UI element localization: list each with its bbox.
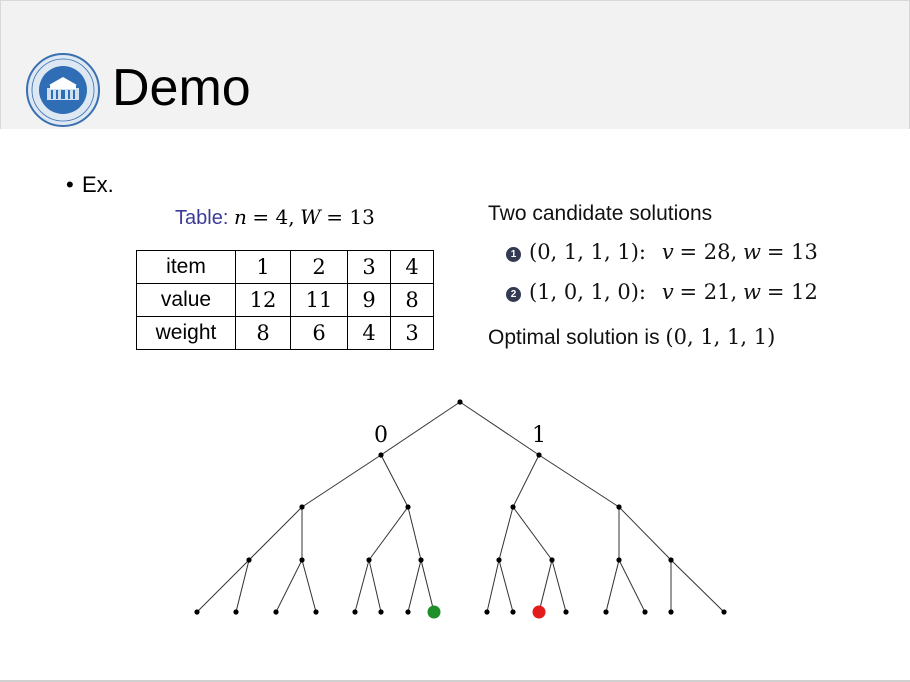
slide: Demo • Ex. Table: n = 4, W = 13 item 1 2 … <box>0 0 910 682</box>
tree-node <box>536 452 542 458</box>
tree-edge <box>380 454 409 508</box>
tree-edge <box>538 559 553 613</box>
tree-leaf <box>603 609 609 615</box>
optimal-leaf-node <box>427 605 441 619</box>
tree-edge <box>670 559 725 613</box>
candidate-leaf-node <box>532 605 546 619</box>
tree-edge <box>486 559 500 613</box>
tree-node <box>668 557 674 563</box>
tree-edge <box>605 559 620 613</box>
tree-node <box>457 399 463 405</box>
tree-edge <box>235 559 250 613</box>
tree-edge <box>196 559 250 613</box>
tree-edge <box>459 401 540 456</box>
tree-edge <box>248 506 303 561</box>
tree-node <box>366 557 372 563</box>
tree-node <box>405 504 411 510</box>
tree-edge <box>368 506 409 561</box>
tree-node <box>496 557 502 563</box>
tree-edge <box>354 559 370 613</box>
tree-node <box>616 557 622 563</box>
tree-leaf <box>484 609 490 615</box>
tree-leaf <box>721 609 727 615</box>
tree-node <box>510 504 516 510</box>
tree-leaf <box>194 609 200 615</box>
binary-decision-tree: 0 1 <box>194 399 727 619</box>
tree-node <box>378 452 384 458</box>
tree-edge <box>538 454 620 508</box>
tree-edge <box>368 559 382 613</box>
tree-leaf <box>233 609 239 615</box>
tree-edges <box>196 401 725 613</box>
tree-leaf <box>642 609 648 615</box>
tree-node <box>299 557 305 563</box>
tree-leaf <box>352 609 358 615</box>
tree-edge <box>380 401 461 456</box>
tree-node <box>616 504 622 510</box>
tree-leaf <box>378 609 384 615</box>
tree-nodes <box>194 399 727 619</box>
tree-edge <box>301 454 382 508</box>
tree-node <box>299 504 305 510</box>
tree-leaf <box>563 609 569 615</box>
tree-node <box>418 557 424 563</box>
tree-leaf <box>313 609 319 615</box>
tree-edge <box>551 559 567 613</box>
tree-edge <box>618 506 672 561</box>
tree-edge <box>512 454 540 508</box>
tree-leaf <box>668 609 674 615</box>
tree-node <box>549 557 555 563</box>
tree-leaf <box>510 609 516 615</box>
tree-edge <box>420 559 435 613</box>
edge-label-1: 1 <box>532 423 546 448</box>
tree-edge <box>301 559 317 613</box>
tree-edge <box>407 559 422 613</box>
tree-node <box>246 557 252 563</box>
edge-label-0: 0 <box>374 423 388 448</box>
tree-leaf <box>405 609 411 615</box>
tree-edge <box>512 506 553 561</box>
tree-edge <box>407 506 422 561</box>
tree-edge <box>618 559 646 613</box>
tree-edge <box>498 506 514 561</box>
tree-edge <box>275 559 303 613</box>
tree-leaf <box>273 609 279 615</box>
tree-edge <box>498 559 514 613</box>
